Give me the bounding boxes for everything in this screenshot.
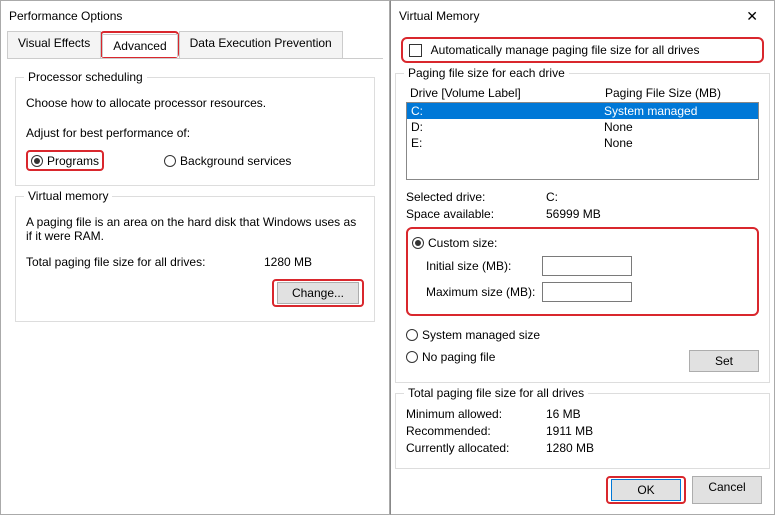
set-button[interactable]: Set [689,350,759,372]
recommended-label: Recommended: [406,424,546,438]
drive-row[interactable]: C: System managed [407,103,758,119]
radio-custom-size[interactable]: Custom size: [412,236,497,250]
proc-group-title: Processor scheduling [24,70,147,84]
virtual-memory-group: Virtual memory A paging file is an area … [15,196,375,322]
auto-manage-checkbox[interactable] [409,44,422,57]
perf-content: Processor scheduling Choose how to alloc… [1,59,389,340]
drive-header-col2: Paging File Size (MB) [605,86,755,100]
virtual-memory-window: Virtual Memory ✕ Automatically manage pa… [390,0,775,515]
drive-list-header: Drive [Volume Label] Paging File Size (M… [406,84,759,102]
processor-scheduling-group: Processor scheduling Choose how to alloc… [15,77,375,186]
radio-dot-icon [406,329,418,341]
tab-dep[interactable]: Data Execution Prevention [179,31,343,58]
initial-size-input[interactable] [542,256,632,276]
pfs-group-title: Paging file size for each drive [404,66,569,80]
change-button[interactable]: Change... [277,282,359,304]
paging-file-size-group: Paging file size for each drive Drive [V… [395,73,770,383]
custom-size-label: Custom size: [428,236,497,250]
auto-manage-row: Automatically manage paging file size fo… [401,37,764,63]
sysman-label: System managed size [422,328,540,342]
space-available-value: 56999 MB [546,207,601,221]
vm-group-title: Virtual memory [24,189,112,203]
vm-title: Virtual Memory [399,1,479,31]
selected-drive-value: C: [546,190,558,204]
radio-background-services[interactable]: Background services [164,150,291,171]
vm-desc: A paging file is an area on the hard dis… [26,215,364,243]
radio-dot-icon [31,155,43,167]
drive-row[interactable]: D: None [407,119,758,135]
selected-drive-label: Selected drive: [406,190,546,204]
vm-total-value: 1280 MB [264,255,364,269]
radio-no-paging[interactable]: No paging file [406,350,495,364]
proc-adjust-label: Adjust for best performance of: [26,126,364,140]
drive-list[interactable]: C: System managed D: None E: None [406,102,759,180]
min-allowed-value: 16 MB [546,407,581,421]
close-icon[interactable]: ✕ [738,0,766,35]
vm-titlebar: Virtual Memory ✕ [391,1,774,31]
currently-allocated-label: Currently allocated: [406,441,546,455]
auto-manage-label: Automatically manage paging file size fo… [431,43,700,57]
ok-button[interactable]: OK [611,479,681,501]
dialog-buttons: OK Cancel [606,476,762,504]
min-allowed-label: Minimum allowed: [406,407,546,421]
maximum-size-label: Maximum size (MB): [412,285,542,299]
radio-dot-icon [406,351,418,363]
proc-desc: Choose how to allocate processor resourc… [26,96,364,110]
perf-tabs: Visual Effects Advanced Data Execution P… [7,31,383,59]
tab-advanced[interactable]: Advanced [102,34,177,57]
radio-dot-icon [412,237,424,249]
radio-system-managed[interactable]: System managed size [406,328,540,342]
perf-titlebar: Performance Options [1,1,389,31]
initial-size-label: Initial size (MB): [412,259,542,273]
totals-title: Total paging file size for all drives [404,386,588,400]
radio-dot-icon [164,155,176,167]
nopage-label: No paging file [422,350,495,364]
totals-group: Total paging file size for all drives Mi… [395,393,770,469]
drive-header-col1: Drive [Volume Label] [410,86,605,100]
radio-bg-label: Background services [180,154,291,168]
performance-options-window: Performance Options Visual Effects Advan… [0,0,390,515]
radio-programs[interactable]: Programs [31,154,99,168]
space-available-label: Space available: [406,207,546,221]
maximum-size-input[interactable] [542,282,632,302]
recommended-value: 1911 MB [546,424,593,438]
tab-visual-effects[interactable]: Visual Effects [7,31,101,58]
currently-allocated-value: 1280 MB [546,441,594,455]
drive-row[interactable]: E: None [407,135,758,151]
vm-total-label: Total paging file size for all drives: [26,255,264,269]
perf-title: Performance Options [9,1,122,31]
cancel-button[interactable]: Cancel [692,476,762,504]
radio-programs-label: Programs [47,154,99,168]
